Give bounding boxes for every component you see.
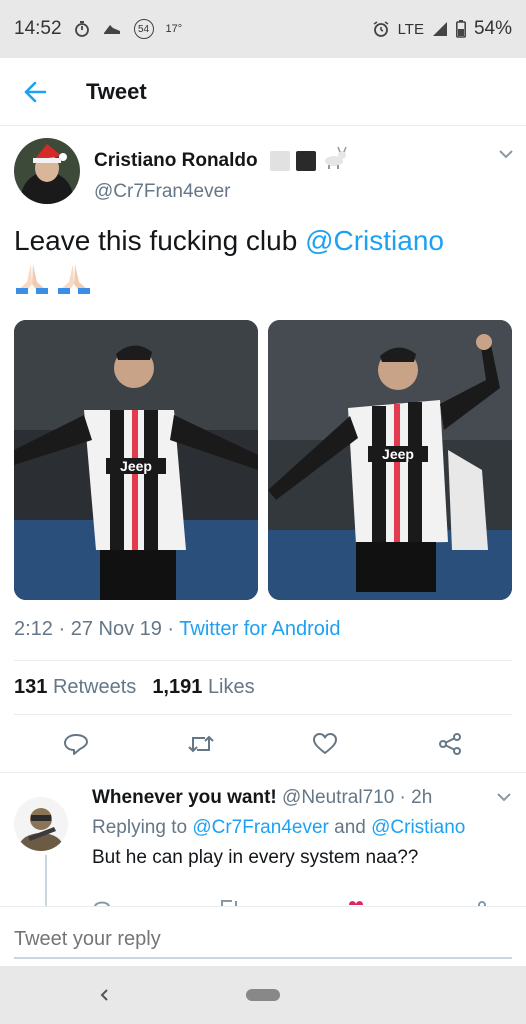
divider xyxy=(14,660,512,661)
svg-text:Jeep: Jeep xyxy=(120,458,152,474)
share-icon xyxy=(438,733,461,755)
praying-hands-emoji xyxy=(56,262,92,304)
tweet-author: Cristiano Ronaldo @Cr7Fran4ever xyxy=(14,138,514,208)
retweet-icon[interactable] xyxy=(218,897,240,906)
reply-input[interactable] xyxy=(14,921,512,959)
white-square-emoji xyxy=(269,150,290,171)
reply-author-name[interactable]: Whenever you want! xyxy=(92,787,277,808)
thread-line xyxy=(45,855,47,906)
battery-icon xyxy=(455,20,466,38)
tweet-actions xyxy=(14,722,512,766)
praying-hands-emoji xyxy=(14,262,50,304)
back-button[interactable] xyxy=(0,58,70,126)
chevron-down-icon xyxy=(497,793,511,802)
back-arrow-icon xyxy=(24,81,47,102)
reply-author-meta: @Neutral710 · 2h xyxy=(276,787,433,808)
like-button[interactable] xyxy=(295,722,355,766)
chevron-down-icon xyxy=(499,150,513,159)
replying-to-handle[interactable]: @Cr7Fran4ever xyxy=(192,817,329,838)
divider xyxy=(14,714,512,715)
likes-stat[interactable]: 1,191 Likes xyxy=(152,676,254,699)
tweet-meta: 2:12 · 27 Nov 19 · Twitter for Android xyxy=(14,618,340,641)
black-square-emoji xyxy=(295,150,316,171)
tweet-menu-button[interactable] xyxy=(498,146,514,164)
reply-tweet[interactable]: Whenever you want! @Neutral710 · 2h Repl… xyxy=(0,772,526,906)
stopwatch-icon xyxy=(74,20,90,38)
tweet-text-body: Leave this fucking club xyxy=(14,225,306,256)
reply-button[interactable] xyxy=(46,722,106,766)
chevron-left-icon xyxy=(100,989,108,1001)
tweet-stats: 131 Retweets 1,191 Likes xyxy=(14,676,255,699)
share-button[interactable] xyxy=(420,722,480,766)
app-header: Tweet xyxy=(0,58,526,126)
compose-bar xyxy=(0,906,526,966)
retweet-button[interactable] xyxy=(171,722,231,766)
share-icon[interactable] xyxy=(472,897,492,906)
author-name[interactable]: Cristiano Ronaldo xyxy=(94,150,258,172)
home-pill-button[interactable] xyxy=(246,989,280,1001)
reply-avatar[interactable] xyxy=(14,797,68,851)
goat-emoji xyxy=(322,146,348,175)
notification-badge: 54 xyxy=(133,19,154,39)
tweet-mention[interactable]: @Cristiano xyxy=(305,225,444,256)
tweet-timestamp: 2:12 · 27 Nov 19 · xyxy=(14,618,180,640)
status-bar: 14:52 54 17° LTE 54% xyxy=(0,0,526,58)
heart-icon xyxy=(313,733,338,754)
retweets-stat[interactable]: 131 Retweets xyxy=(14,676,136,699)
svg-text:Jeep: Jeep xyxy=(382,446,414,462)
temperature: 17° xyxy=(165,23,183,35)
replying-to: Replying to @Cr7Fran4ever and @Cristiano xyxy=(92,817,466,838)
replying-to-handle[interactable]: @Cristiano xyxy=(371,817,465,838)
author-avatar[interactable] xyxy=(14,138,80,204)
reply-actions xyxy=(92,897,492,906)
media-photo-2[interactable]: Jeep xyxy=(268,320,512,600)
system-nav-bar xyxy=(0,966,526,1024)
page-title: Tweet xyxy=(86,78,147,104)
shoe-icon xyxy=(102,22,122,36)
status-time: 14:52 xyxy=(14,18,62,39)
tweet-source[interactable]: Twitter for Android xyxy=(179,618,340,640)
reply-icon[interactable] xyxy=(92,897,112,906)
author-handle[interactable]: @Cr7Fran4ever xyxy=(94,181,348,203)
battery-percent: 54% xyxy=(473,18,512,39)
signal-icon xyxy=(432,21,448,37)
reply-text: But he can play in every system naa?? xyxy=(92,847,419,868)
heart-icon[interactable] xyxy=(346,897,366,906)
network-type: LTE xyxy=(397,20,424,38)
reply-icon xyxy=(64,734,89,755)
system-back-button[interactable] xyxy=(92,983,116,1007)
retweet-icon xyxy=(188,735,214,753)
reply-menu-button[interactable] xyxy=(496,789,512,807)
tweet-text: Leave this fucking club @Cristiano xyxy=(14,222,514,304)
alarm-icon xyxy=(372,20,390,38)
media-photo-1[interactable]: Jeep xyxy=(14,320,258,600)
tweet-media: Jeep Jeep xyxy=(14,320,512,600)
